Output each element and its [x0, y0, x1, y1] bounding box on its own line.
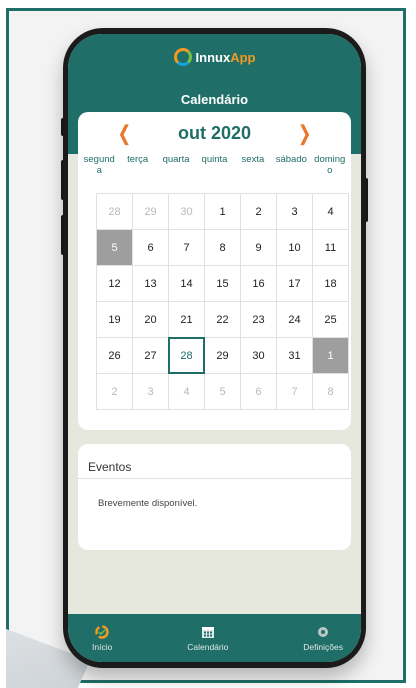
brand-name-first: Innux — [195, 49, 231, 65]
tab-calendario-label: Calendário — [187, 641, 229, 652]
day-cell[interactable]: 10 — [276, 229, 313, 266]
day-cell[interactable]: 17 — [276, 265, 313, 302]
day-cell[interactable]: 30 — [240, 337, 277, 374]
tab-inicio[interactable]: Início — [92, 614, 112, 662]
weekday-label: sexta — [241, 154, 265, 165]
day-cell[interactable]: 3 — [276, 193, 313, 230]
day-cell[interactable]: 25 — [312, 301, 349, 338]
weekday-label: segund a — [83, 154, 115, 176]
day-cell[interactable]: 4 — [168, 373, 205, 410]
tab-inicio-label: Início — [92, 641, 113, 652]
day-cell[interactable]: 13 — [132, 265, 169, 302]
events-divider — [78, 478, 351, 479]
weekday-header: segund a terça quarta quinta sexta sábado domi… — [80, 154, 349, 176]
day-cell[interactable]: 3 — [132, 373, 169, 410]
day-cell[interactable]: 4 — [312, 193, 349, 230]
day-cell[interactable]: 30 — [168, 193, 205, 230]
day-cell[interactable]: 18 — [312, 265, 349, 302]
events-title: Eventos — [88, 460, 132, 474]
day-cell[interactable]: 29 — [132, 193, 169, 230]
calendar-grid: 28 29 30 1 2 3 4 5 6 7 8 9 10 11 12 13 14 15 16 17 18 19 20 21 2… — [96, 193, 353, 410]
day-cell[interactable]: 27 — [132, 337, 169, 374]
weekday-label: sábado — [275, 154, 307, 165]
day-cell[interactable]: 6 — [240, 373, 277, 410]
weekday-label: quinta — [201, 154, 228, 165]
day-cell[interactable]: 21 — [168, 301, 205, 338]
weekday-label: doming o — [314, 154, 346, 176]
day-cell[interactable]: 2 — [96, 373, 133, 410]
app-screen: InnuxApp Calendário ❬ out 2020 ❭ segund … — [68, 34, 361, 662]
gear-icon — [318, 626, 329, 637]
day-cell[interactable]: 29 — [204, 337, 241, 374]
app-logo-icon — [173, 48, 192, 66]
day-cell[interactable]: 12 — [96, 265, 133, 302]
chevron-left-icon[interactable]: ❬ — [116, 121, 133, 146]
page-title: Calendário — [180, 92, 249, 107]
day-cell[interactable]: 11 — [312, 229, 349, 266]
day-cell[interactable]: 31 — [276, 337, 313, 374]
weekday-label: terça — [127, 154, 149, 165]
day-cell[interactable]: 15 — [204, 265, 241, 302]
app-logo-icon — [95, 624, 109, 639]
day-cell[interactable]: 8 — [204, 229, 241, 266]
brand-name-second: App — [230, 49, 256, 65]
day-cell[interactable]: 23 — [240, 301, 277, 338]
day-cell[interactable]: 14 — [168, 265, 205, 302]
day-cell[interactable]: 7 — [168, 229, 205, 266]
day-cell[interactable]: 26 — [96, 337, 133, 374]
month-navigation: ❬ out 2020 ❭ — [78, 120, 351, 146]
calendar-icon — [201, 626, 214, 638]
chevron-right-icon[interactable]: ❭ — [296, 121, 313, 146]
day-cell[interactable]: 1 — [312, 337, 349, 374]
tab-definicoes[interactable]: Definições — [303, 614, 343, 662]
day-cell[interactable]: 28 — [168, 337, 205, 374]
tab-calendario[interactable]: Calendário — [187, 614, 228, 662]
brand-logo: InnuxApp — [68, 48, 361, 66]
bottom-tab-bar: Início Calendário Definições — [68, 614, 361, 662]
brand-name: InnuxApp — [196, 50, 256, 65]
events-message: Brevemente disponível. — [98, 498, 198, 509]
tab-definicoes-label: Definições — [303, 641, 343, 652]
day-cell[interactable]: 16 — [240, 265, 277, 302]
day-cell[interactable]: 2 — [240, 193, 277, 230]
day-cell[interactable]: 1 — [204, 193, 241, 230]
day-cell[interactable]: 5 — [204, 373, 241, 410]
month-title: out 2020 — [177, 122, 252, 143]
day-cell[interactable]: 7 — [276, 373, 313, 410]
day-cell[interactable]: 28 — [96, 193, 133, 230]
events-card: Eventos Brevemente disponível. — [78, 444, 351, 550]
weekday-label: quarta — [162, 154, 190, 165]
calendar-card: ❬ out 2020 ❭ segund a terça quarta quinta se… — [78, 112, 351, 430]
day-cell[interactable]: 24 — [276, 301, 313, 338]
day-cell[interactable]: 19 — [96, 301, 133, 338]
day-cell[interactable]: 9 — [240, 229, 277, 266]
day-cell[interactable]: 6 — [132, 229, 169, 266]
day-cell[interactable]: 20 — [132, 301, 169, 338]
day-cell[interactable]: 5 — [96, 229, 133, 266]
day-cell[interactable]: 8 — [312, 373, 349, 410]
day-cell[interactable]: 22 — [204, 301, 241, 338]
